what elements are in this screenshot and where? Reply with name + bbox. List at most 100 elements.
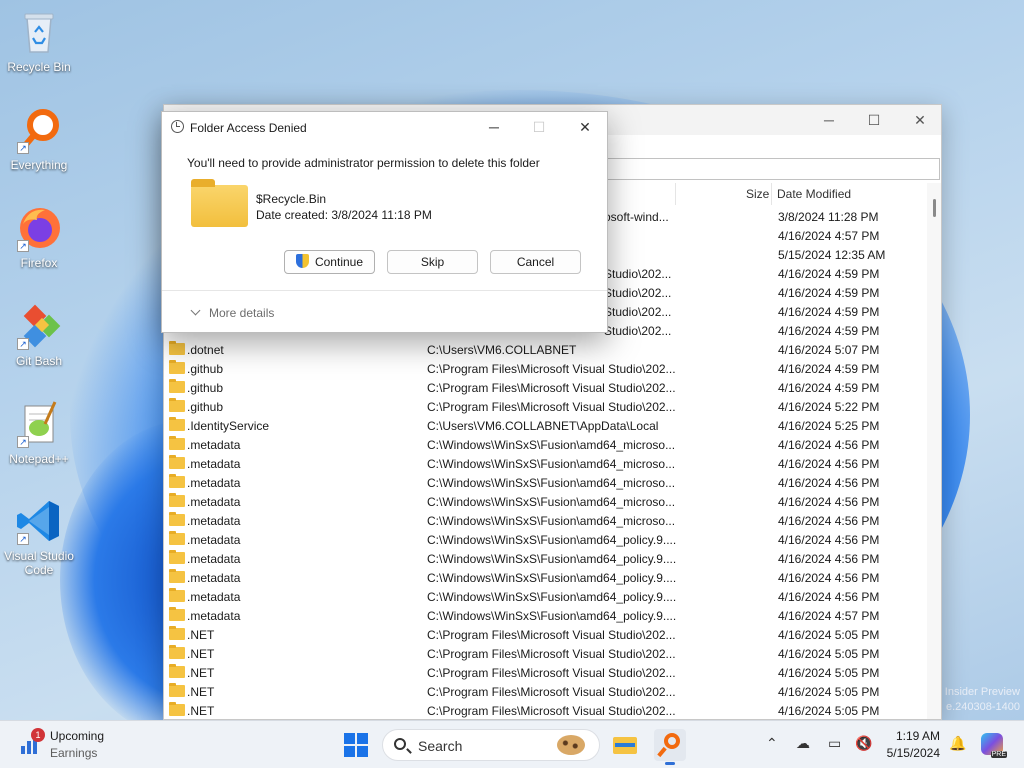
continue-button[interactable]: Continue <box>284 250 375 274</box>
copilot-preview-badge: PRE <box>990 751 1007 758</box>
close-icon[interactable]: ✕ <box>562 112 608 143</box>
desktop-icon-label: Visual Studio Code <box>4 549 74 577</box>
shortcut-arrow-icon: ↗ <box>17 338 29 350</box>
file-name: .NET <box>187 647 215 661</box>
file-path: C:\Windows\WinSxS\Fusion\amd64_microso..… <box>427 514 676 528</box>
folder-icon <box>169 493 185 507</box>
explorer-search-box[interactable] <box>604 158 940 180</box>
file-date-modified: 4/16/2024 5:05 PM <box>778 647 880 661</box>
file-date-modified: 4/16/2024 4:56 PM <box>778 495 880 509</box>
network-offline-icon[interactable]: ☁ <box>796 735 810 752</box>
column-separator[interactable] <box>675 183 676 205</box>
table-row[interactable]: .github C:\Program Files\Microsoft Visual… <box>164 359 928 378</box>
file-date-modified: 4/16/2024 4:59 PM <box>778 267 880 281</box>
file-path: C:\Program Files\Microsoft Visual Studio… <box>427 704 676 718</box>
file-date-modified: 4/16/2024 4:56 PM <box>778 533 880 547</box>
chevron-down-icon <box>190 305 201 316</box>
notification-bell-icon[interactable]: 🔔 <box>949 735 966 752</box>
file-path: Studio\202... <box>604 324 672 338</box>
vertical-scrollbar[interactable] <box>927 183 941 719</box>
table-row[interactable]: .NET C:\Program Files\Microsoft Visual St… <box>164 701 928 719</box>
file-name: .metadata <box>187 533 241 547</box>
desktop-icon-recycle-bin[interactable]: Recycle Bin <box>2 8 76 74</box>
table-row[interactable]: .dotnet C:\Users\VM6.COLLABNET 4/16/2024 5… <box>164 340 928 359</box>
table-row[interactable]: .IdentityService C:\Users\VM6.COLLABNET\A… <box>164 416 928 435</box>
recycle-bin-icon <box>15 8 63 56</box>
folder-icon <box>169 683 185 697</box>
file-date-modified: 4/16/2024 5:07 PM <box>778 343 880 357</box>
file-path: C:\Users\VM6.COLLABNET\AppData\Local <box>427 419 659 433</box>
table-row[interactable]: .metadata C:\Windows\WinSxS\Fusion\amd64_… <box>164 587 928 606</box>
table-row[interactable]: .metadata C:\Windows\WinSxS\Fusion\amd64_… <box>164 568 928 587</box>
desktop-icon-notepad-plus-plus[interactable]: ↗ Notepad++ <box>2 400 76 466</box>
file-path: C:\Windows\WinSxS\Fusion\amd64_policy.9.… <box>427 552 677 566</box>
table-row[interactable]: .metadata C:\Windows\WinSxS\Fusion\amd64_… <box>164 435 928 454</box>
file-date-modified: 4/16/2024 4:59 PM <box>778 305 880 319</box>
close-icon[interactable]: ✕ <box>897 105 941 135</box>
table-row[interactable]: .metadata C:\Windows\WinSxS\Fusion\amd64_… <box>164 511 928 530</box>
more-details-toggle[interactable]: More details <box>190 305 274 320</box>
folder-icon <box>169 626 185 640</box>
skip-button[interactable]: Skip <box>387 250 478 274</box>
file-path: Studio\202... <box>604 267 672 281</box>
folder-icon <box>169 607 185 621</box>
file-path: C:\Program Files\Microsoft Visual Studio… <box>427 362 676 376</box>
search-placeholder: Search <box>418 738 463 754</box>
table-row[interactable]: .NET C:\Program Files\Microsoft Visual St… <box>164 625 928 644</box>
desktop-icon-vscode[interactable]: ↗ Visual Studio Code <box>2 497 76 577</box>
table-row[interactable]: .metadata C:\Windows\WinSxS\Fusion\amd64_… <box>164 549 928 568</box>
chevron-up-icon[interactable]: ⌃ <box>766 735 778 752</box>
minimize-icon[interactable]: ─ <box>806 105 852 135</box>
scrollbar-thumb[interactable] <box>933 199 936 217</box>
file-path: C:\Program Files\Microsoft Visual Studio… <box>427 666 676 680</box>
file-date-modified: 4/16/2024 4:56 PM <box>778 438 880 452</box>
table-row[interactable]: .NET C:\Program Files\Microsoft Visual St… <box>164 663 928 682</box>
desktop-icon-git-bash[interactable]: ↗ Git Bash <box>2 302 76 368</box>
file-path: C:\Users\VM6.COLLABNET <box>427 343 577 357</box>
continue-button-label: Continue <box>314 255 364 269</box>
file-name: .NET <box>187 685 215 699</box>
folder-icon <box>169 398 185 412</box>
taskbar-search[interactable]: Search <box>382 729 600 761</box>
file-path: C:\Windows\WinSxS\Fusion\amd64_microso..… <box>427 495 676 509</box>
maximize-icon[interactable]: ☐ <box>851 105 897 135</box>
folder-icon <box>169 664 185 678</box>
file-date-modified: 4/16/2024 5:05 PM <box>778 628 880 642</box>
folder-icon <box>169 474 185 488</box>
table-row[interactable]: .metadata C:\Windows\WinSxS\Fusion\amd64_… <box>164 530 928 549</box>
table-row[interactable]: .metadata C:\Windows\WinSxS\Fusion\amd64_… <box>164 454 928 473</box>
desktop-icon-everything[interactable]: ↗ Everything <box>2 106 76 172</box>
table-row[interactable]: .NET C:\Program Files\Microsoft Visual St… <box>164 644 928 663</box>
file-name: .github <box>187 381 224 395</box>
column-separator[interactable] <box>771 183 772 205</box>
file-name: .dotnet <box>187 343 224 357</box>
copilot-icon[interactable]: PRE <box>981 733 1007 758</box>
table-row[interactable]: .NET C:\Program Files\Microsoft Visual St… <box>164 682 928 701</box>
column-date-modified[interactable]: Date Modified <box>777 187 851 201</box>
table-row[interactable]: .metadata C:\Windows\WinSxS\Fusion\amd64_… <box>164 473 928 492</box>
start-button[interactable] <box>344 733 368 757</box>
table-row[interactable]: .github C:\Program Files\Microsoft Visual… <box>164 397 928 416</box>
column-size[interactable]: Size <box>746 187 769 201</box>
clock-time[interactable]: 1:19 AM <box>880 729 940 743</box>
folder-icon <box>169 436 185 450</box>
cancel-button[interactable]: Cancel <box>490 250 581 274</box>
desktop-icon-firefox[interactable]: ↗ Firefox <box>2 204 76 270</box>
minimize-icon[interactable]: ─ <box>471 112 517 143</box>
display-icon[interactable]: ▭ <box>828 735 841 752</box>
dialog-message: You'll need to provide administrator per… <box>187 156 540 170</box>
table-row[interactable]: .metadata C:\Windows\WinSxS\Fusion\amd64_… <box>164 492 928 511</box>
desktop-icon-label: Firefox <box>20 256 58 270</box>
table-row[interactable]: .github C:\Program Files\Microsoft Visual… <box>164 378 928 397</box>
file-name: .metadata <box>187 552 241 566</box>
clock-date[interactable]: 5/15/2024 <box>880 746 940 760</box>
clock-icon <box>171 120 184 133</box>
shortcut-arrow-icon: ↗ <box>17 533 29 545</box>
taskbar-everything[interactable] <box>654 729 686 765</box>
file-name: .metadata <box>187 590 241 604</box>
folder-icon <box>169 702 185 716</box>
firefox-icon: ↗ <box>15 204 63 252</box>
taskbar-file-explorer[interactable] <box>609 729 641 761</box>
table-row[interactable]: .metadata C:\Windows\WinSxS\Fusion\amd64_… <box>164 606 928 625</box>
volume-muted-icon[interactable]: 🔇 <box>855 735 872 752</box>
